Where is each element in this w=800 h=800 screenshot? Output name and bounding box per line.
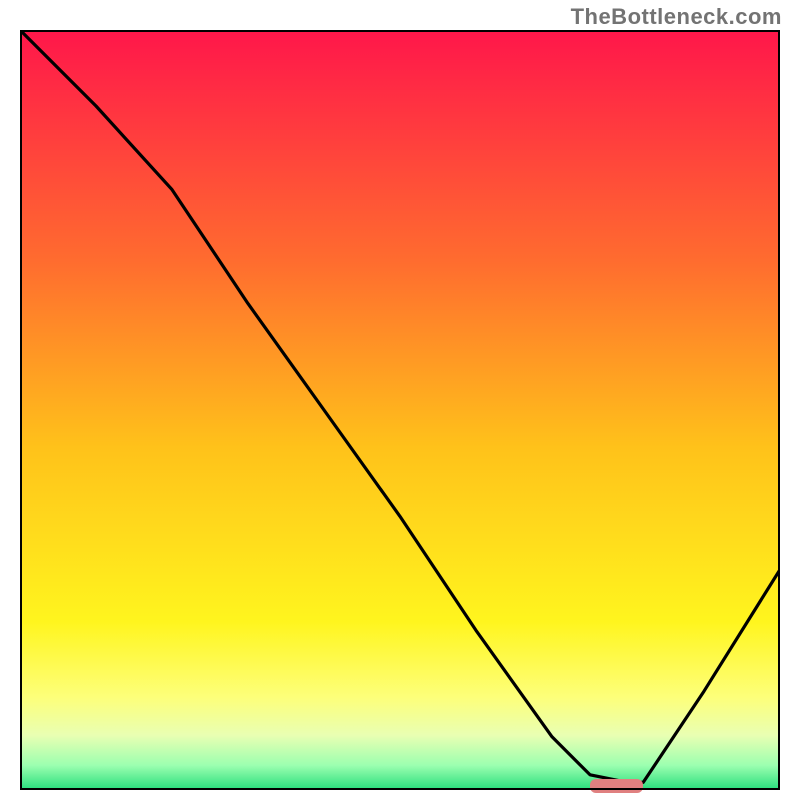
watermark-text: TheBottleneck.com [571,4,782,30]
plot-frame [20,30,780,790]
chart-stage: TheBottleneck.com [0,0,800,800]
